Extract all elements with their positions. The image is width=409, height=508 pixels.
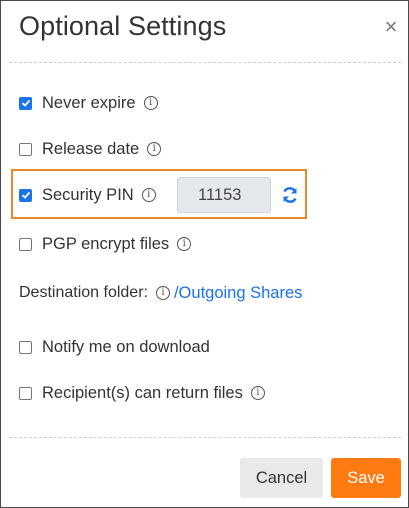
never-expire-option[interactable]: Never expire i <box>19 91 158 115</box>
pgp-encrypt-option[interactable]: PGP encrypt files i <box>19 232 192 256</box>
info-icon[interactable]: i <box>155 286 170 300</box>
destination-folder-row: Destination folder: i /Outgoing Shares <box>19 281 302 305</box>
optional-settings-dialog: Optional Settings × Never expire i Relea… <box>0 0 409 508</box>
recipient-return-checkbox[interactable] <box>19 386 32 400</box>
refresh-icon[interactable] <box>280 185 300 205</box>
header-divider <box>9 62 401 63</box>
recipient-return-label: Recipient(s) can return files <box>42 383 243 402</box>
notify-download-label: Notify me on download <box>42 337 210 356</box>
destination-folder-label: Destination folder: <box>19 284 148 301</box>
pgp-encrypt-checkbox[interactable] <box>19 237 32 251</box>
cancel-button[interactable]: Cancel <box>240 458 323 498</box>
notify-download-option[interactable]: Notify me on download <box>19 335 210 359</box>
footer-divider <box>9 437 401 438</box>
info-icon[interactable]: i <box>250 386 265 400</box>
save-button[interactable]: Save <box>331 458 401 498</box>
dialog-title: Optional Settings <box>19 11 227 41</box>
release-date-checkbox[interactable] <box>19 142 32 156</box>
never-expire-checkbox[interactable] <box>19 96 32 110</box>
close-icon[interactable]: × <box>381 16 401 38</box>
security-pin-input[interactable]: 11153 <box>177 177 271 213</box>
security-pin-option[interactable]: Security PIN i <box>19 183 156 207</box>
release-date-label: Release date <box>42 139 140 158</box>
notify-download-checkbox[interactable] <box>19 340 32 354</box>
info-icon[interactable]: i <box>147 142 162 156</box>
release-date-option[interactable]: Release date i <box>19 137 162 161</box>
info-icon[interactable]: i <box>143 96 158 110</box>
pgp-encrypt-label: PGP encrypt files <box>42 234 170 253</box>
destination-folder-link[interactable]: /Outgoing Shares <box>174 284 302 303</box>
checkmark-icon <box>21 191 30 199</box>
never-expire-label: Never expire <box>42 93 136 112</box>
info-icon[interactable]: i <box>177 237 192 251</box>
security-pin-label: Security PIN <box>42 185 134 204</box>
info-icon[interactable]: i <box>141 188 156 202</box>
recipient-return-option[interactable]: Recipient(s) can return files i <box>19 381 265 405</box>
security-pin-checkbox[interactable] <box>19 188 32 202</box>
checkmark-icon <box>21 99 30 107</box>
